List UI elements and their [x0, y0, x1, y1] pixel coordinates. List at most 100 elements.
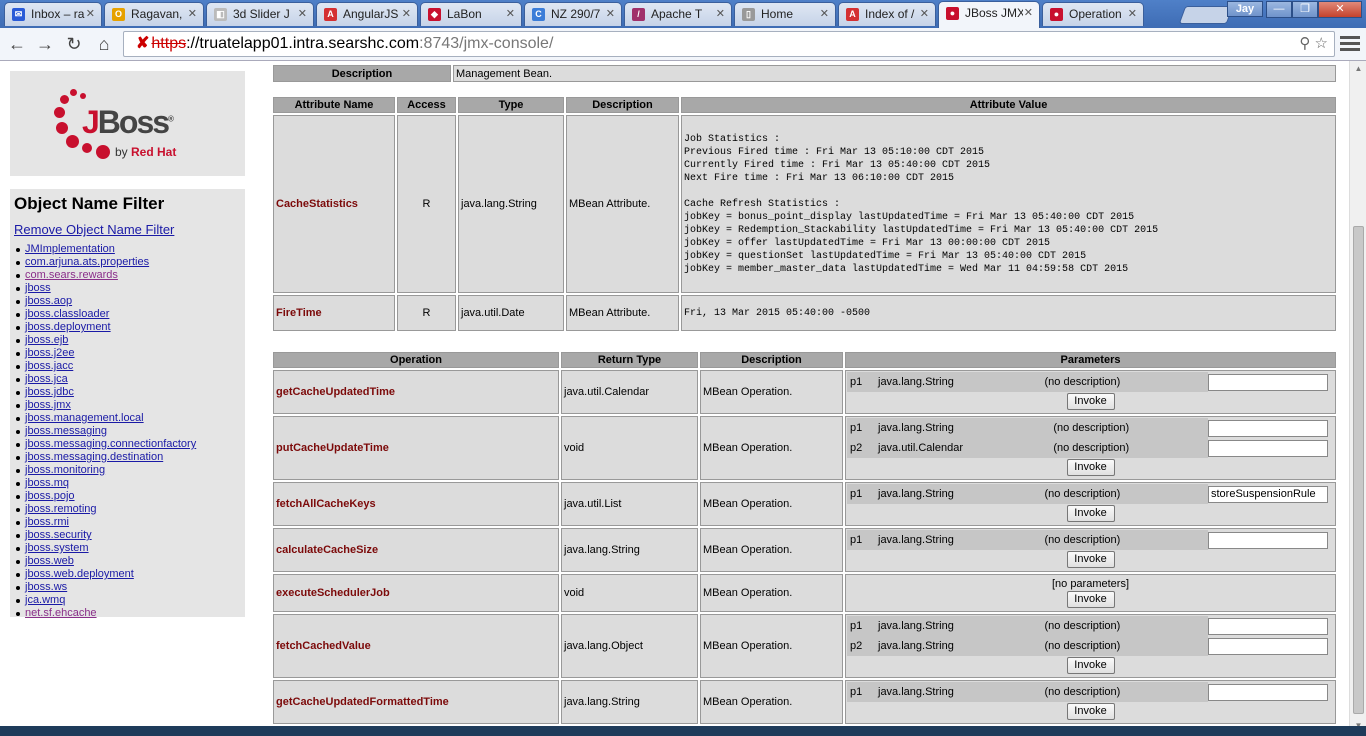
minimize-icon[interactable]: —	[1266, 1, 1292, 18]
browser-tab[interactable]: ● Operation ✕	[1042, 2, 1144, 26]
page-scrollbar[interactable]: ▲ ▼	[1349, 61, 1366, 736]
operation-description: MBean Operation.	[700, 416, 843, 480]
back-icon[interactable]: ←	[6, 33, 28, 55]
domain-link[interactable]: jboss.ws	[25, 581, 67, 593]
domain-list: JMImplementation com.arjuna.ats.propertie…	[14, 243, 241, 620]
invoke-button[interactable]: Invoke	[1066, 657, 1115, 674]
parameter-description: (no description)	[1050, 418, 1208, 438]
scroll-up-icon[interactable]: ▲	[1354, 64, 1363, 73]
tab-close-icon[interactable]: ✕	[402, 7, 411, 20]
browser-tab[interactable]: C NZ 290/7 ✕	[524, 2, 622, 26]
domain-link[interactable]: jboss.remoting	[25, 503, 97, 515]
bookmark-star-icon[interactable]: ☆	[1315, 35, 1328, 52]
reload-icon[interactable]: ↻	[63, 33, 85, 55]
operation-row: calculateCacheSize java.lang.String MBean …	[273, 528, 1336, 572]
parameter-value-input[interactable]	[1208, 617, 1328, 635]
domain-link[interactable]: jboss.deployment	[25, 321, 111, 333]
parameter-value-input[interactable]	[1208, 419, 1328, 437]
no-parameters-label: [no parameters]	[1051, 578, 1130, 590]
domain-link[interactable]: com.arjuna.ats.properties	[25, 256, 149, 268]
parameter-value-input[interactable]	[1208, 373, 1328, 391]
domain-link[interactable]: jboss.j2ee	[25, 347, 75, 359]
tab-close-icon[interactable]: ✕	[298, 7, 307, 20]
user-profile-badge[interactable]: Jay	[1227, 1, 1263, 17]
invoke-button[interactable]: Invoke	[1066, 459, 1115, 476]
tab-close-icon[interactable]: ✕	[716, 7, 725, 20]
browser-tab[interactable]: O Ragavan, ✕	[104, 2, 204, 26]
parameter-value-input[interactable]	[1208, 485, 1328, 503]
domain-link[interactable]: jboss.monitoring	[25, 464, 105, 476]
domain-link[interactable]: com.sears.rewards	[25, 269, 118, 281]
domain-link[interactable]: jboss.rmi	[25, 516, 69, 528]
domain-link[interactable]: jboss.messaging.destination	[25, 451, 163, 463]
description-label: Description	[273, 65, 451, 82]
domain-link[interactable]: jboss.classloader	[25, 308, 109, 320]
invoke-button[interactable]: Invoke	[1066, 551, 1115, 568]
tab-close-icon[interactable]: ✕	[188, 7, 197, 20]
tab-favicon-icon: ▯	[742, 8, 755, 21]
browser-tab[interactable]: ◆ LaBon ✕	[420, 2, 522, 26]
tab-close-icon[interactable]: ✕	[920, 7, 929, 20]
domain-list-item: jboss.jdbc	[14, 386, 241, 399]
domain-link[interactable]: JMImplementation	[25, 243, 115, 255]
forward-icon[interactable]: →	[34, 33, 56, 55]
domain-link[interactable]: jboss.security	[25, 529, 92, 541]
domain-link[interactable]: jca.wmq	[25, 594, 65, 606]
jmx-console-page: JBoss® by Red Hat Object Name Filter Rem…	[0, 61, 1349, 736]
tab-close-icon[interactable]: ✕	[86, 7, 95, 20]
tab-close-icon[interactable]: ✕	[606, 7, 615, 20]
browser-tab[interactable]: ◧ 3d Slider J ✕	[206, 2, 314, 26]
browser-tab[interactable]: A Index of / ✕	[838, 2, 936, 26]
browser-tab[interactable]: / Apache T ✕	[624, 2, 732, 26]
domain-link[interactable]: jboss.jmx	[25, 399, 71, 411]
domain-link[interactable]: jboss.system	[25, 542, 89, 554]
invoke-button[interactable]: Invoke	[1066, 505, 1115, 522]
invoke-row: Invoke	[847, 656, 1334, 676]
tab-close-icon[interactable]: ✕	[820, 7, 829, 20]
attribute-column-header: Attribute Name	[273, 97, 395, 113]
domain-link[interactable]: jboss	[25, 282, 51, 294]
tab-close-icon[interactable]: ✕	[1024, 6, 1033, 19]
domain-link[interactable]: jboss.jca	[25, 373, 68, 385]
close-window-icon[interactable]: ✕	[1318, 1, 1362, 18]
domain-link[interactable]: jboss.mq	[25, 477, 69, 489]
operations-table: Operation Return Type Description Parameter…	[271, 350, 1338, 726]
parameter-value-input[interactable]	[1208, 683, 1328, 701]
address-bar[interactable]: ✘ https://truatelapp01.intra.searshc.com:…	[123, 31, 1335, 57]
domain-link[interactable]: jboss.web	[25, 555, 74, 567]
domain-link[interactable]: jboss.ejb	[25, 334, 68, 346]
domain-list-item: jboss.monitoring	[14, 464, 241, 477]
domain-link[interactable]: jboss.aop	[25, 295, 72, 307]
domain-link[interactable]: jboss.jacc	[25, 360, 73, 372]
browser-tab[interactable]: ✉ Inbox – ra ✕	[4, 2, 102, 26]
tab-close-icon[interactable]: ✕	[1128, 7, 1137, 20]
invoke-button[interactable]: Invoke	[1066, 591, 1115, 608]
scrollbar-thumb[interactable]	[1353, 226, 1364, 714]
parameter-value-input[interactable]	[1208, 637, 1328, 655]
restore-icon[interactable]: ❐	[1292, 1, 1318, 18]
domain-link[interactable]: net.sf.ehcache	[25, 607, 97, 619]
browser-tab[interactable]: A AngularJS ✕	[316, 2, 418, 26]
home-icon[interactable]: ⌂	[93, 33, 115, 55]
invoke-button[interactable]: Invoke	[1066, 393, 1115, 410]
domain-link[interactable]: jboss.jdbc	[25, 386, 74, 398]
tab-close-icon[interactable]: ✕	[506, 7, 515, 20]
domain-link[interactable]: jboss.web.deployment	[25, 568, 134, 580]
parameter-input-cell	[1208, 438, 1334, 458]
browser-tab[interactable]: ▯ Home ✕	[734, 2, 836, 26]
domain-link[interactable]: jboss.messaging	[25, 425, 107, 437]
new-tab-button[interactable]	[1178, 6, 1234, 24]
browser-menu-icon[interactable]	[1340, 36, 1360, 54]
key-icon[interactable]: ⚲	[1299, 35, 1310, 52]
remove-filter-link[interactable]: Remove Object Name Filter	[14, 222, 241, 237]
invoke-button[interactable]: Invoke	[1066, 703, 1115, 720]
domain-link[interactable]: jboss.messaging.connectionfactory	[25, 438, 196, 450]
url-path: :8743/jmx-console/	[419, 35, 554, 52]
parameter-value-input[interactable]	[1208, 439, 1328, 457]
tab-title: Index of /	[865, 7, 915, 21]
parameter-value-input[interactable]	[1208, 531, 1328, 549]
browser-tab[interactable]: ● JBoss JMX ✕	[938, 1, 1040, 28]
domain-link[interactable]: jboss.pojo	[25, 490, 75, 502]
domain-link[interactable]: jboss.management.local	[25, 412, 144, 424]
tab-favicon-icon: ✉	[12, 8, 25, 21]
